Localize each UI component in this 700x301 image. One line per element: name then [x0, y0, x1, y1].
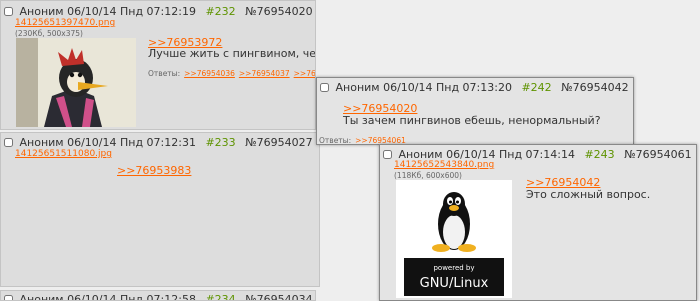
reply-link[interactable]: >>76954042 — [294, 69, 315, 78]
post-select-checkbox[interactable] — [4, 295, 13, 300]
popup-post-243: Аноним 06/10/14 Пнд 07:14:14 #243 №76954… — [379, 144, 697, 301]
post-header: Аноним 06/10/14 Пнд 07:12:58 #234 №76954… — [4, 293, 315, 301]
gnu-linux-tux-image[interactable]: powered by GNU/Linux — [396, 180, 512, 298]
post-id[interactable]: №76954034 — [245, 293, 312, 300]
post-select-checkbox[interactable] — [4, 7, 13, 16]
replies-label: Ответы: — [319, 136, 352, 145]
post-id[interactable]: №76954061 — [624, 148, 691, 161]
post-id[interactable]: №76954042 — [561, 81, 628, 94]
post-number[interactable]: #243 — [584, 148, 614, 161]
post-author: Аноним — [19, 293, 64, 301]
post-author: Аноним — [19, 5, 64, 18]
post-number[interactable]: #234 — [205, 293, 235, 300]
post-233: Аноним 06/10/14 Пнд 07:12:31 #233 №76954… — [0, 132, 320, 287]
post-number[interactable]: #233 — [205, 136, 235, 149]
post-thumbnail-image[interactable] — [16, 38, 136, 127]
popup-post-242: Аноним 06/10/14 Пнд 07:13:20 #242 №76954… — [316, 77, 634, 145]
file-name-link[interactable]: 14125651511080.jpg — [15, 149, 112, 160]
file-meta: (230Кб, 500x375) — [15, 29, 83, 38]
post-date: 06/10/14 Пнд 07:12:58 — [67, 293, 196, 301]
post-date: 06/10/14 Пнд 07:12:31 — [67, 136, 196, 149]
gnu-linux-text: GNU/Linux — [420, 276, 489, 291]
post-232: Аноним 06/10/14 Пнд 07:12:19 #232 №76954… — [0, 0, 316, 130]
post-date: 06/10/14 Пнд 07:13:20 — [383, 81, 512, 94]
reply-link[interactable]: >>76954037 — [239, 69, 290, 78]
post-id[interactable]: №76954020 — [245, 5, 312, 18]
reply-link[interactable]: >>76954036 — [184, 69, 235, 78]
file-meta: (118Кб, 600x600) — [394, 171, 462, 180]
replies-label: Ответы: — [148, 69, 181, 78]
post-header: Аноним 06/10/14 Пнд 07:12:19 #232 №76954… — [4, 5, 315, 19]
file-name-link[interactable]: 14125652543840.png — [394, 160, 494, 171]
post-select-checkbox[interactable] — [383, 150, 392, 159]
post-date: 06/10/14 Пнд 07:12:19 — [67, 5, 196, 18]
post-header: Аноним 06/10/14 Пнд 07:12:31 #233 №76954… — [4, 136, 319, 150]
powered-by-text: powered by — [433, 264, 474, 272]
post-message: Лучше жить с пингвином, чем с бревном ил… — [148, 47, 316, 60]
post-id[interactable]: №76954027 — [245, 136, 312, 149]
post-author: Аноним — [19, 136, 64, 149]
post-234: Аноним 06/10/14 Пнд 07:12:58 #234 №76954… — [0, 290, 316, 301]
post-author: Аноним — [335, 81, 380, 94]
post-message: Это сложный вопрос. — [526, 188, 651, 201]
file-name-link[interactable]: 14125651397470.png — [15, 18, 115, 29]
post-reply-link[interactable]: >>76953983 — [117, 164, 191, 178]
post-number[interactable]: #232 — [205, 5, 235, 18]
post-number[interactable]: #242 — [521, 81, 551, 94]
post-select-checkbox[interactable] — [320, 83, 329, 92]
post-select-checkbox[interactable] — [4, 138, 13, 147]
post-message: Ты зачем пингвинов ебешь, ненормальный? — [343, 114, 601, 127]
post-replies: Ответы:>>76954036 >>76954037 >>76954042 — [148, 69, 315, 79]
post-header: Аноним 06/10/14 Пнд 07:13:20 #242 №76954… — [320, 81, 633, 95]
